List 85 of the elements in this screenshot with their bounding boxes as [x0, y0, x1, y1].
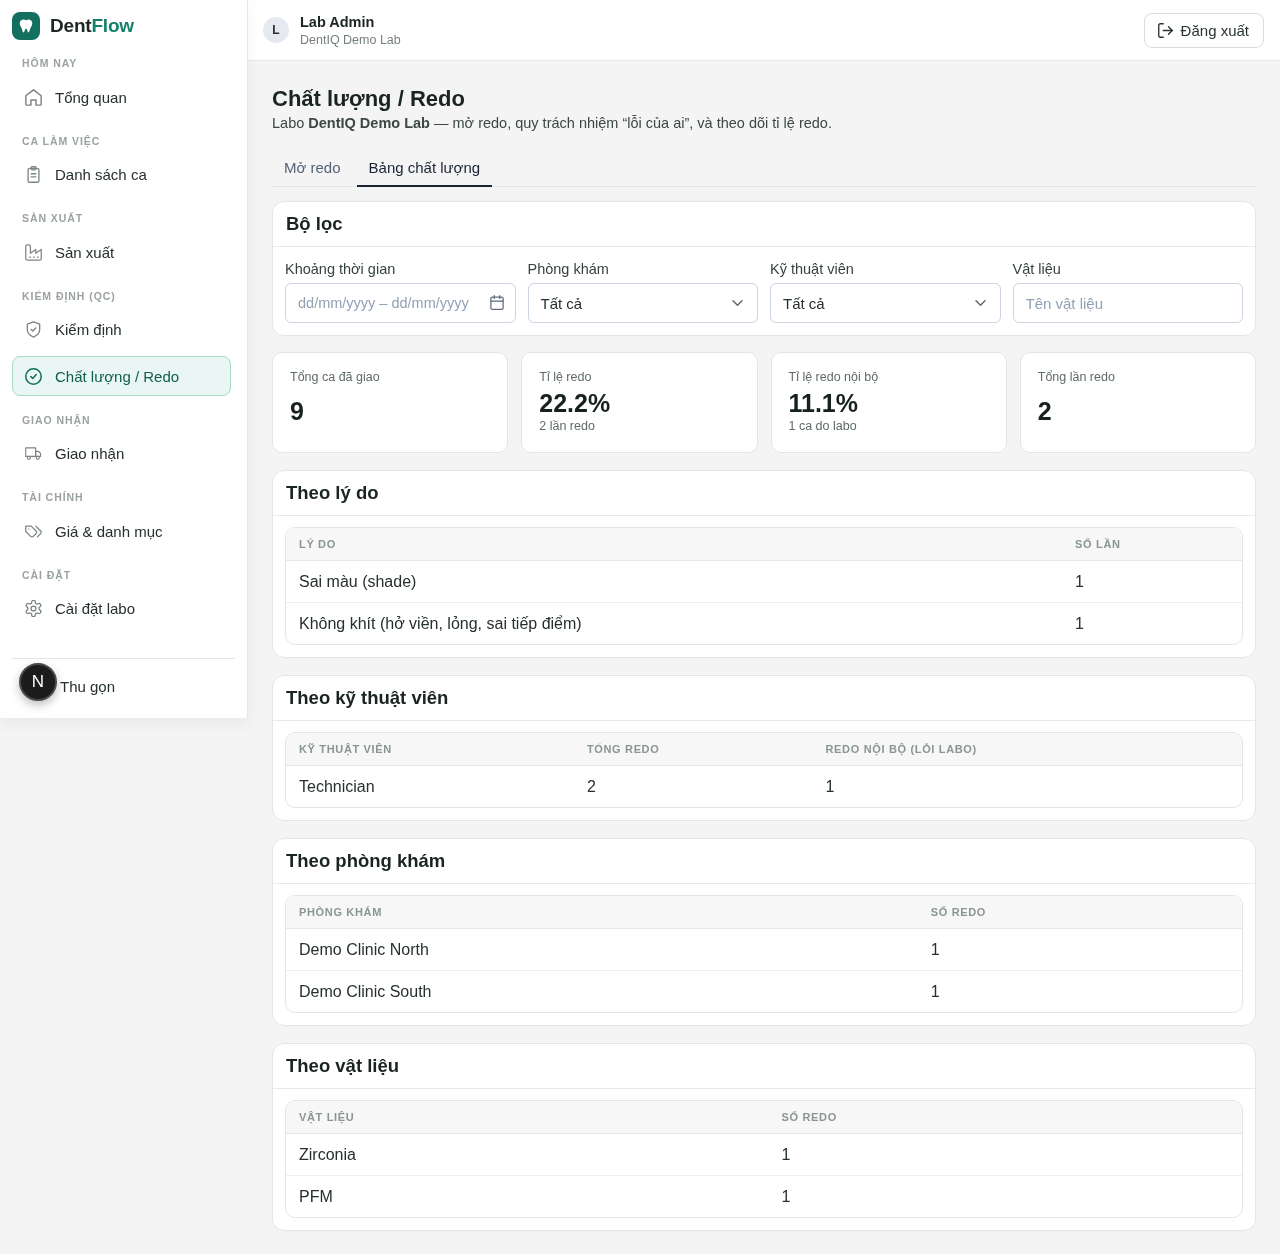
table-cell: 1 — [768, 1175, 1242, 1217]
tab[interactable]: Mở redo — [272, 149, 353, 187]
column-header: KỸ THUẬT VIÊN — [286, 733, 574, 766]
table-cell: Demo Clinic North — [286, 928, 918, 971]
user-avatar: L — [263, 17, 289, 43]
table-cell: Sai màu (shade) — [286, 560, 1063, 603]
section-title: Theo kỹ thuật viên — [286, 687, 449, 709]
page-title: Chất lượng / Redo — [272, 85, 466, 113]
column-header: SỐ REDO — [917, 896, 1242, 929]
calendar-icon — [489, 295, 504, 310]
field-label: Khoảng thời gian — [285, 260, 397, 279]
stat-value: 22.2% — [539, 388, 612, 418]
shield-check-icon — [25, 321, 42, 338]
factory-icon — [25, 243, 42, 261]
logout-button[interactable]: Đăng xuất — [1143, 12, 1264, 48]
column-header: SỐ LẦN — [1062, 528, 1242, 561]
column-header: SỐ REDO — [768, 1101, 1242, 1134]
text-input-field[interactable]: Tên vật liệu — [1012, 283, 1243, 323]
stat-label: Tổng ca đã giao — [290, 369, 381, 385]
nav-section-heading: HÔM NAY — [21, 56, 79, 71]
stat-note: 1 ca do labo — [788, 418, 858, 434]
table-cell: 1 — [768, 1133, 1242, 1176]
tab[interactable]: Bảng chất lượng — [356, 149, 493, 187]
nav-item[interactable]: Chất lượng / Redo — [12, 356, 231, 396]
stat-label: Tỉ lệ redo — [539, 369, 593, 385]
nav-item[interactable]: Kiểm định — [12, 309, 231, 350]
field-label: Vật liệu — [1012, 260, 1062, 279]
table-cell: Technician — [286, 765, 574, 807]
chevron-down-icon — [732, 300, 743, 306]
floating-badge[interactable]: N — [19, 663, 57, 701]
tooth-logo-icon — [12, 12, 40, 40]
nav-item[interactable]: Danh sách ca — [12, 154, 231, 195]
nav-section-heading: SẢN XUẤT — [21, 211, 85, 226]
stat-value: 2 — [1037, 396, 1053, 426]
nav-section-heading: GIAO NHẬN — [21, 412, 92, 428]
home-icon — [25, 88, 42, 106]
nav-item[interactable]: Sản xuất — [12, 232, 231, 272]
nav-item[interactable]: Giá & danh mục — [12, 511, 231, 551]
dropdown-field[interactable]: Tất cả — [770, 283, 1001, 323]
check-circle-icon — [25, 367, 42, 385]
stat-label: Tổng lần redo — [1037, 369, 1116, 385]
section-title: Theo phòng khám — [286, 850, 446, 872]
section-title: Theo lý do — [286, 482, 379, 504]
dropdown-field[interactable]: Tất cả — [527, 283, 758, 323]
table-cell: 2 — [573, 765, 813, 807]
page-subtitle: Labo DentIQ Demo Lab — mở redo, quy trách nhiệm “lỗi của ai”, và theo dõi tỉ lệ redo. — [272, 114, 833, 133]
truck-icon — [25, 445, 42, 462]
section-title: Theo vật liệu — [286, 1055, 400, 1077]
stat-value: 11.1% — [788, 388, 859, 418]
stat-label: Tỉ lệ redo nội bộ — [788, 369, 880, 385]
settings-icon — [25, 600, 42, 617]
column-header: TỔNG REDO — [573, 733, 813, 766]
org-name: DentIQ Demo Lab — [300, 31, 401, 48]
table-cell: 1 — [917, 928, 1242, 971]
column-header: REDO NỘI BỘ (LỖI LABO) — [812, 733, 1242, 766]
chevron-down-icon — [974, 300, 986, 306]
table-cell: 1 — [917, 970, 1242, 1012]
nav-section-heading: TÀI CHÍNH — [21, 490, 85, 505]
nav-item[interactable]: Giao nhận — [12, 433, 231, 474]
table-cell: 1 — [1062, 602, 1242, 644]
clipboard-icon — [25, 166, 42, 183]
nav-section-heading: CA LÀM VIỆC — [21, 133, 102, 149]
table-cell: Không khít (hở viền, lỏng, sai tiếp điểm) — [286, 602, 1063, 644]
table-cell: Zirconia — [286, 1133, 769, 1176]
column-header: VẬT LIỆU — [286, 1101, 769, 1134]
table-cell: PFM — [286, 1175, 769, 1217]
brand-name: DentFlow — [50, 15, 134, 37]
nav-section-heading: CÀI ĐẶT — [21, 567, 73, 583]
nav-item[interactable]: Tổng quan — [12, 77, 231, 117]
nav-item[interactable]: Cài đặt labo — [12, 588, 231, 629]
column-header: PHÒNG KHÁM — [286, 896, 918, 929]
date-range-field[interactable]: dd/mm/yyyy – dd/mm/yyyy — [285, 283, 516, 323]
field-label: Kỹ thuật viên — [770, 260, 855, 279]
tag-icon — [25, 522, 42, 540]
logout-icon — [1157, 22, 1173, 38]
table-cell: 1 — [1062, 560, 1242, 603]
nav-section-heading: KIỂM ĐỊNH (QC) — [21, 288, 117, 304]
user-name: Lab Admin — [300, 12, 376, 31]
table-cell: Demo Clinic South — [286, 970, 918, 1012]
card-title: Bộ lọc — [286, 213, 343, 235]
stat-note: 2 lần redo — [539, 418, 596, 434]
column-header: LÝ DO — [286, 528, 1063, 561]
table-cell: 1 — [812, 765, 1242, 807]
stat-value: 9 — [290, 396, 305, 426]
field-label: Phòng khám — [527, 260, 610, 279]
